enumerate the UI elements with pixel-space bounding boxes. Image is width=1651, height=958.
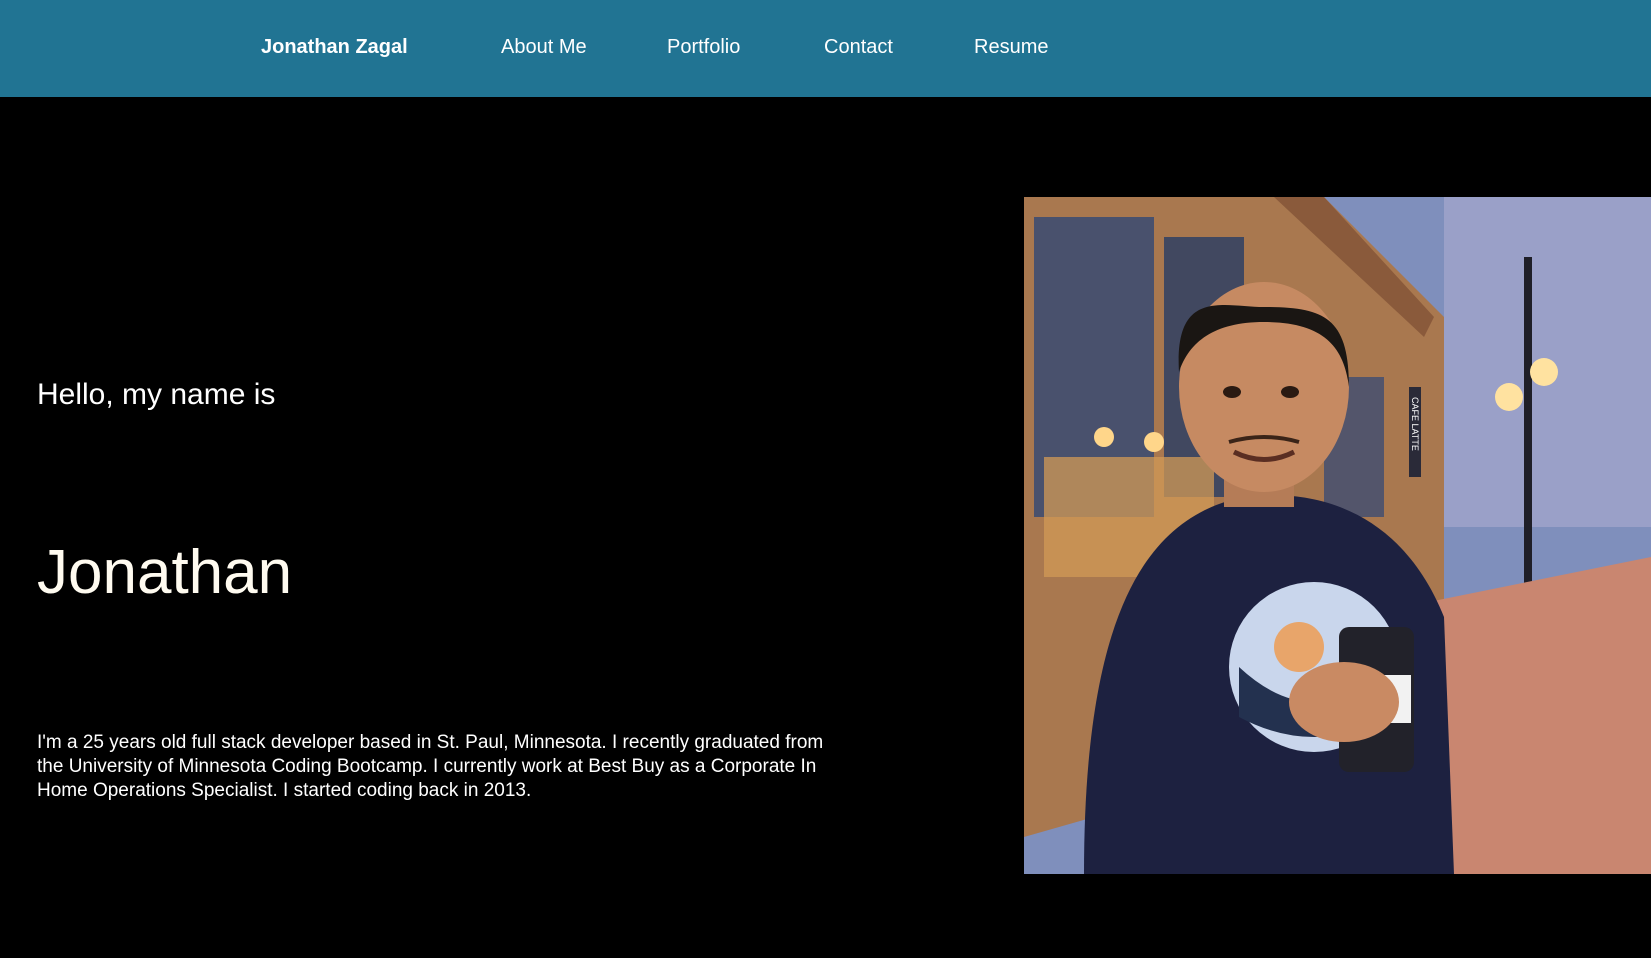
nav-link-contact[interactable]: Contact <box>824 33 893 61</box>
portrait-photo: CAFE LATTE <box>1024 197 1651 874</box>
hero-section: Hello, my name is Jonathan I'm a 25 year… <box>0 97 1651 958</box>
nav-link-portfolio[interactable]: Portfolio <box>667 33 740 61</box>
nav-link-resume[interactable]: Resume <box>974 33 1048 61</box>
portrait-illustration: CAFE LATTE <box>1024 197 1651 874</box>
cafe-sign-text: CAFE LATTE <box>1410 397 1420 451</box>
hero-bio: I'm a 25 years old full stack developer … <box>37 732 824 801</box>
nav-link-about-me[interactable]: About Me <box>501 33 587 61</box>
hero-name: Jonathan <box>37 538 293 607</box>
top-navbar: Jonathan Zagal About Me Portfolio Contac… <box>0 0 1651 97</box>
hero-greeting: Hello, my name is <box>37 378 276 411</box>
brand-link[interactable]: Jonathan Zagal <box>261 33 408 61</box>
